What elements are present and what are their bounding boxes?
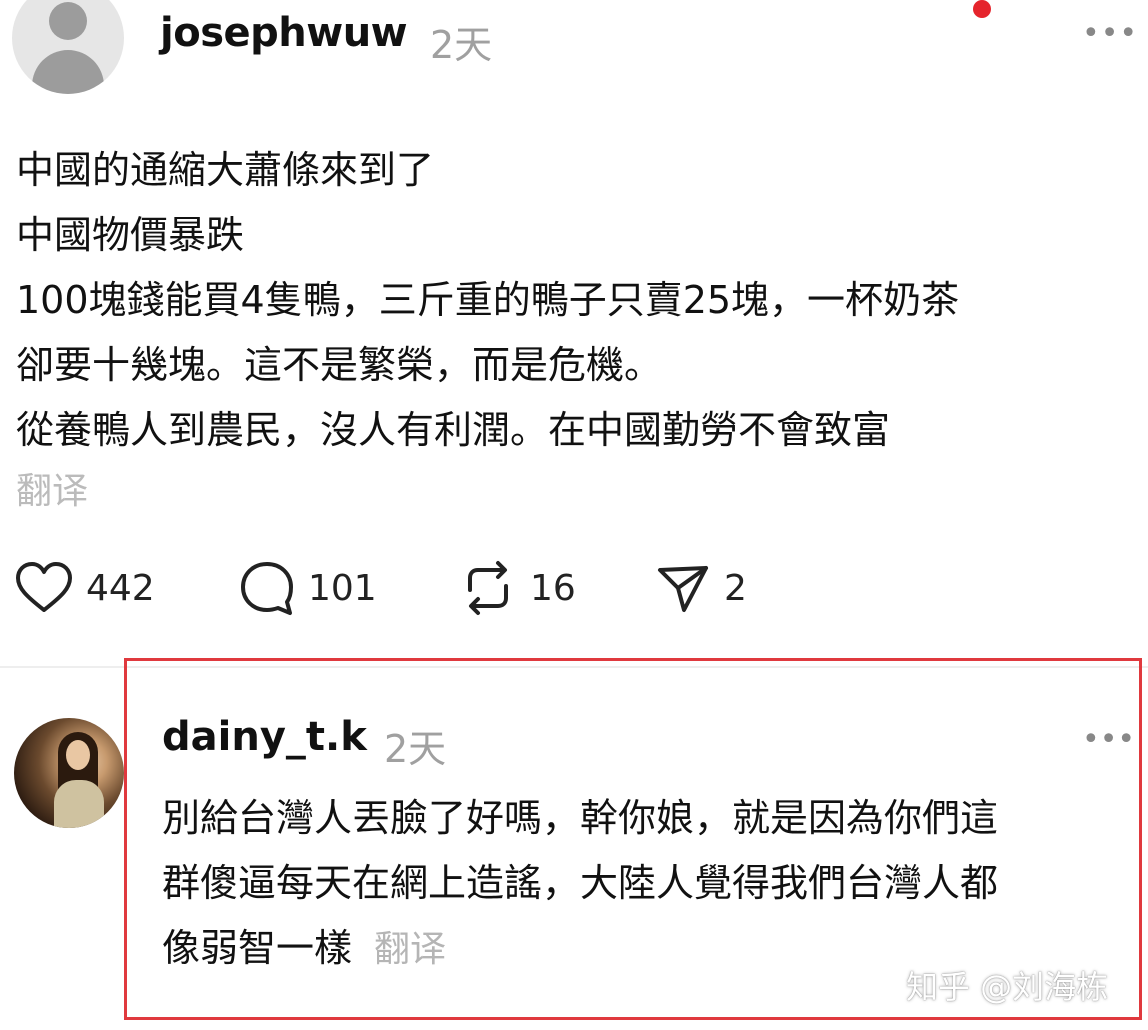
- reply-username[interactable]: dainy_t.k: [162, 714, 367, 760]
- avatar-dress-shape: [54, 780, 104, 828]
- share-button[interactable]: 2: [654, 560, 747, 616]
- send-icon: [658, 566, 708, 612]
- reply-translate-link[interactable]: 翻译: [374, 929, 446, 970]
- post-username[interactable]: josephwuw: [160, 10, 408, 56]
- share-count: 2: [724, 567, 747, 609]
- post-text: 中國的通縮大蕭條來到了 中國物價暴跌 100塊錢能買4隻鴨，三斤重的鴨子只賣25…: [16, 138, 1126, 463]
- watermark: 知乎 @刘海栋: [906, 968, 1109, 1006]
- reply-avatar[interactable]: [14, 718, 124, 828]
- repost-icon: [468, 561, 508, 615]
- notification-dot: [973, 0, 991, 18]
- post-line: 中國物價暴跌: [16, 213, 245, 257]
- post-line: 從養鴨人到農民，沒人有利潤。在中國勤勞不會致富: [16, 408, 891, 452]
- more-options-icon[interactable]: •••: [1082, 16, 1138, 51]
- reply-more-options-icon[interactable]: •••: [1082, 722, 1135, 757]
- comment-button[interactable]: 101: [238, 560, 377, 616]
- post-line: 中國的通縮大蕭條來到了: [16, 148, 435, 192]
- avatar-head-shape: [49, 2, 87, 40]
- reply-line-text: 像弱智一樣: [162, 926, 353, 970]
- post-line: 100塊錢能買4隻鴨，三斤重的鴨子只賣25塊，一杯奶茶: [16, 278, 960, 322]
- reply-text: 別給台灣人丟臉了好嗎，幹你娘，就是因為你們這 群傻逼每天在網上造謠，大陸人覺得我…: [162, 786, 1132, 982]
- heart-icon: [16, 562, 72, 612]
- avatar[interactable]: [12, 0, 124, 94]
- post-line: 卻要十幾塊。這不是繁榮，而是危機。: [16, 343, 663, 387]
- like-button[interactable]: 442: [14, 560, 155, 616]
- repost-button[interactable]: 16: [458, 560, 576, 616]
- repost-count: 16: [530, 567, 576, 609]
- comment-count: 101: [308, 567, 377, 609]
- reply-timestamp: 2天: [384, 727, 447, 771]
- avatar-face-shape: [66, 740, 90, 770]
- translate-link[interactable]: 翻译: [16, 462, 88, 514]
- post-timestamp: 2天: [430, 23, 493, 67]
- avatar-body-shape: [32, 50, 104, 94]
- reply-line: 群傻逼每天在網上造謠，大陸人覺得我們台灣人都: [162, 861, 999, 905]
- reply-line: 別給台灣人丟臉了好嗎，幹你娘，就是因為你們這: [162, 796, 999, 840]
- comment-icon: [241, 562, 293, 615]
- like-count: 442: [86, 567, 155, 609]
